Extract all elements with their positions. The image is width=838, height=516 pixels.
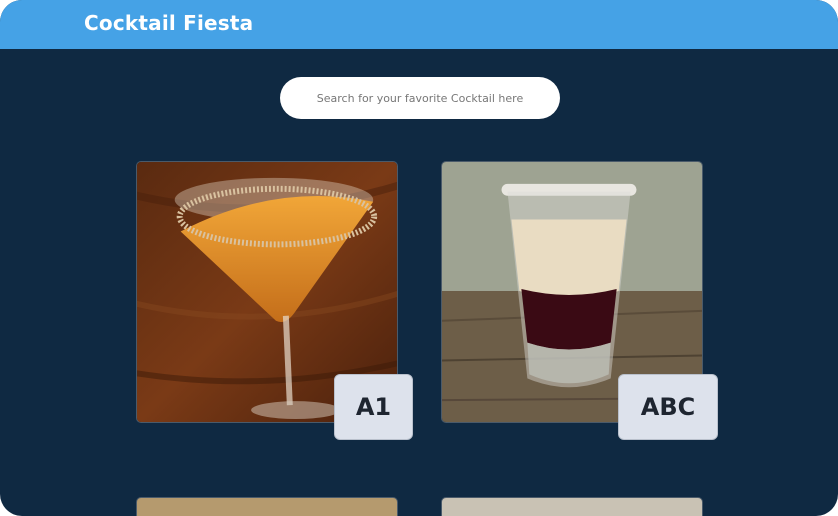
app-header: Cocktail Fiesta <box>0 0 838 49</box>
cocktail-name-badge-a1[interactable]: A1 <box>334 374 413 440</box>
app-title: Cocktail Fiesta <box>84 11 254 35</box>
app-window: Cocktail Fiesta Search for your favorite… <box>0 0 838 516</box>
cocktail-card-3[interactable] <box>136 497 398 516</box>
search-input[interactable] <box>280 77 560 119</box>
cocktail-name-badge-abc[interactable]: ABC <box>618 374 718 440</box>
cocktail-card-4[interactable] <box>441 497 703 516</box>
